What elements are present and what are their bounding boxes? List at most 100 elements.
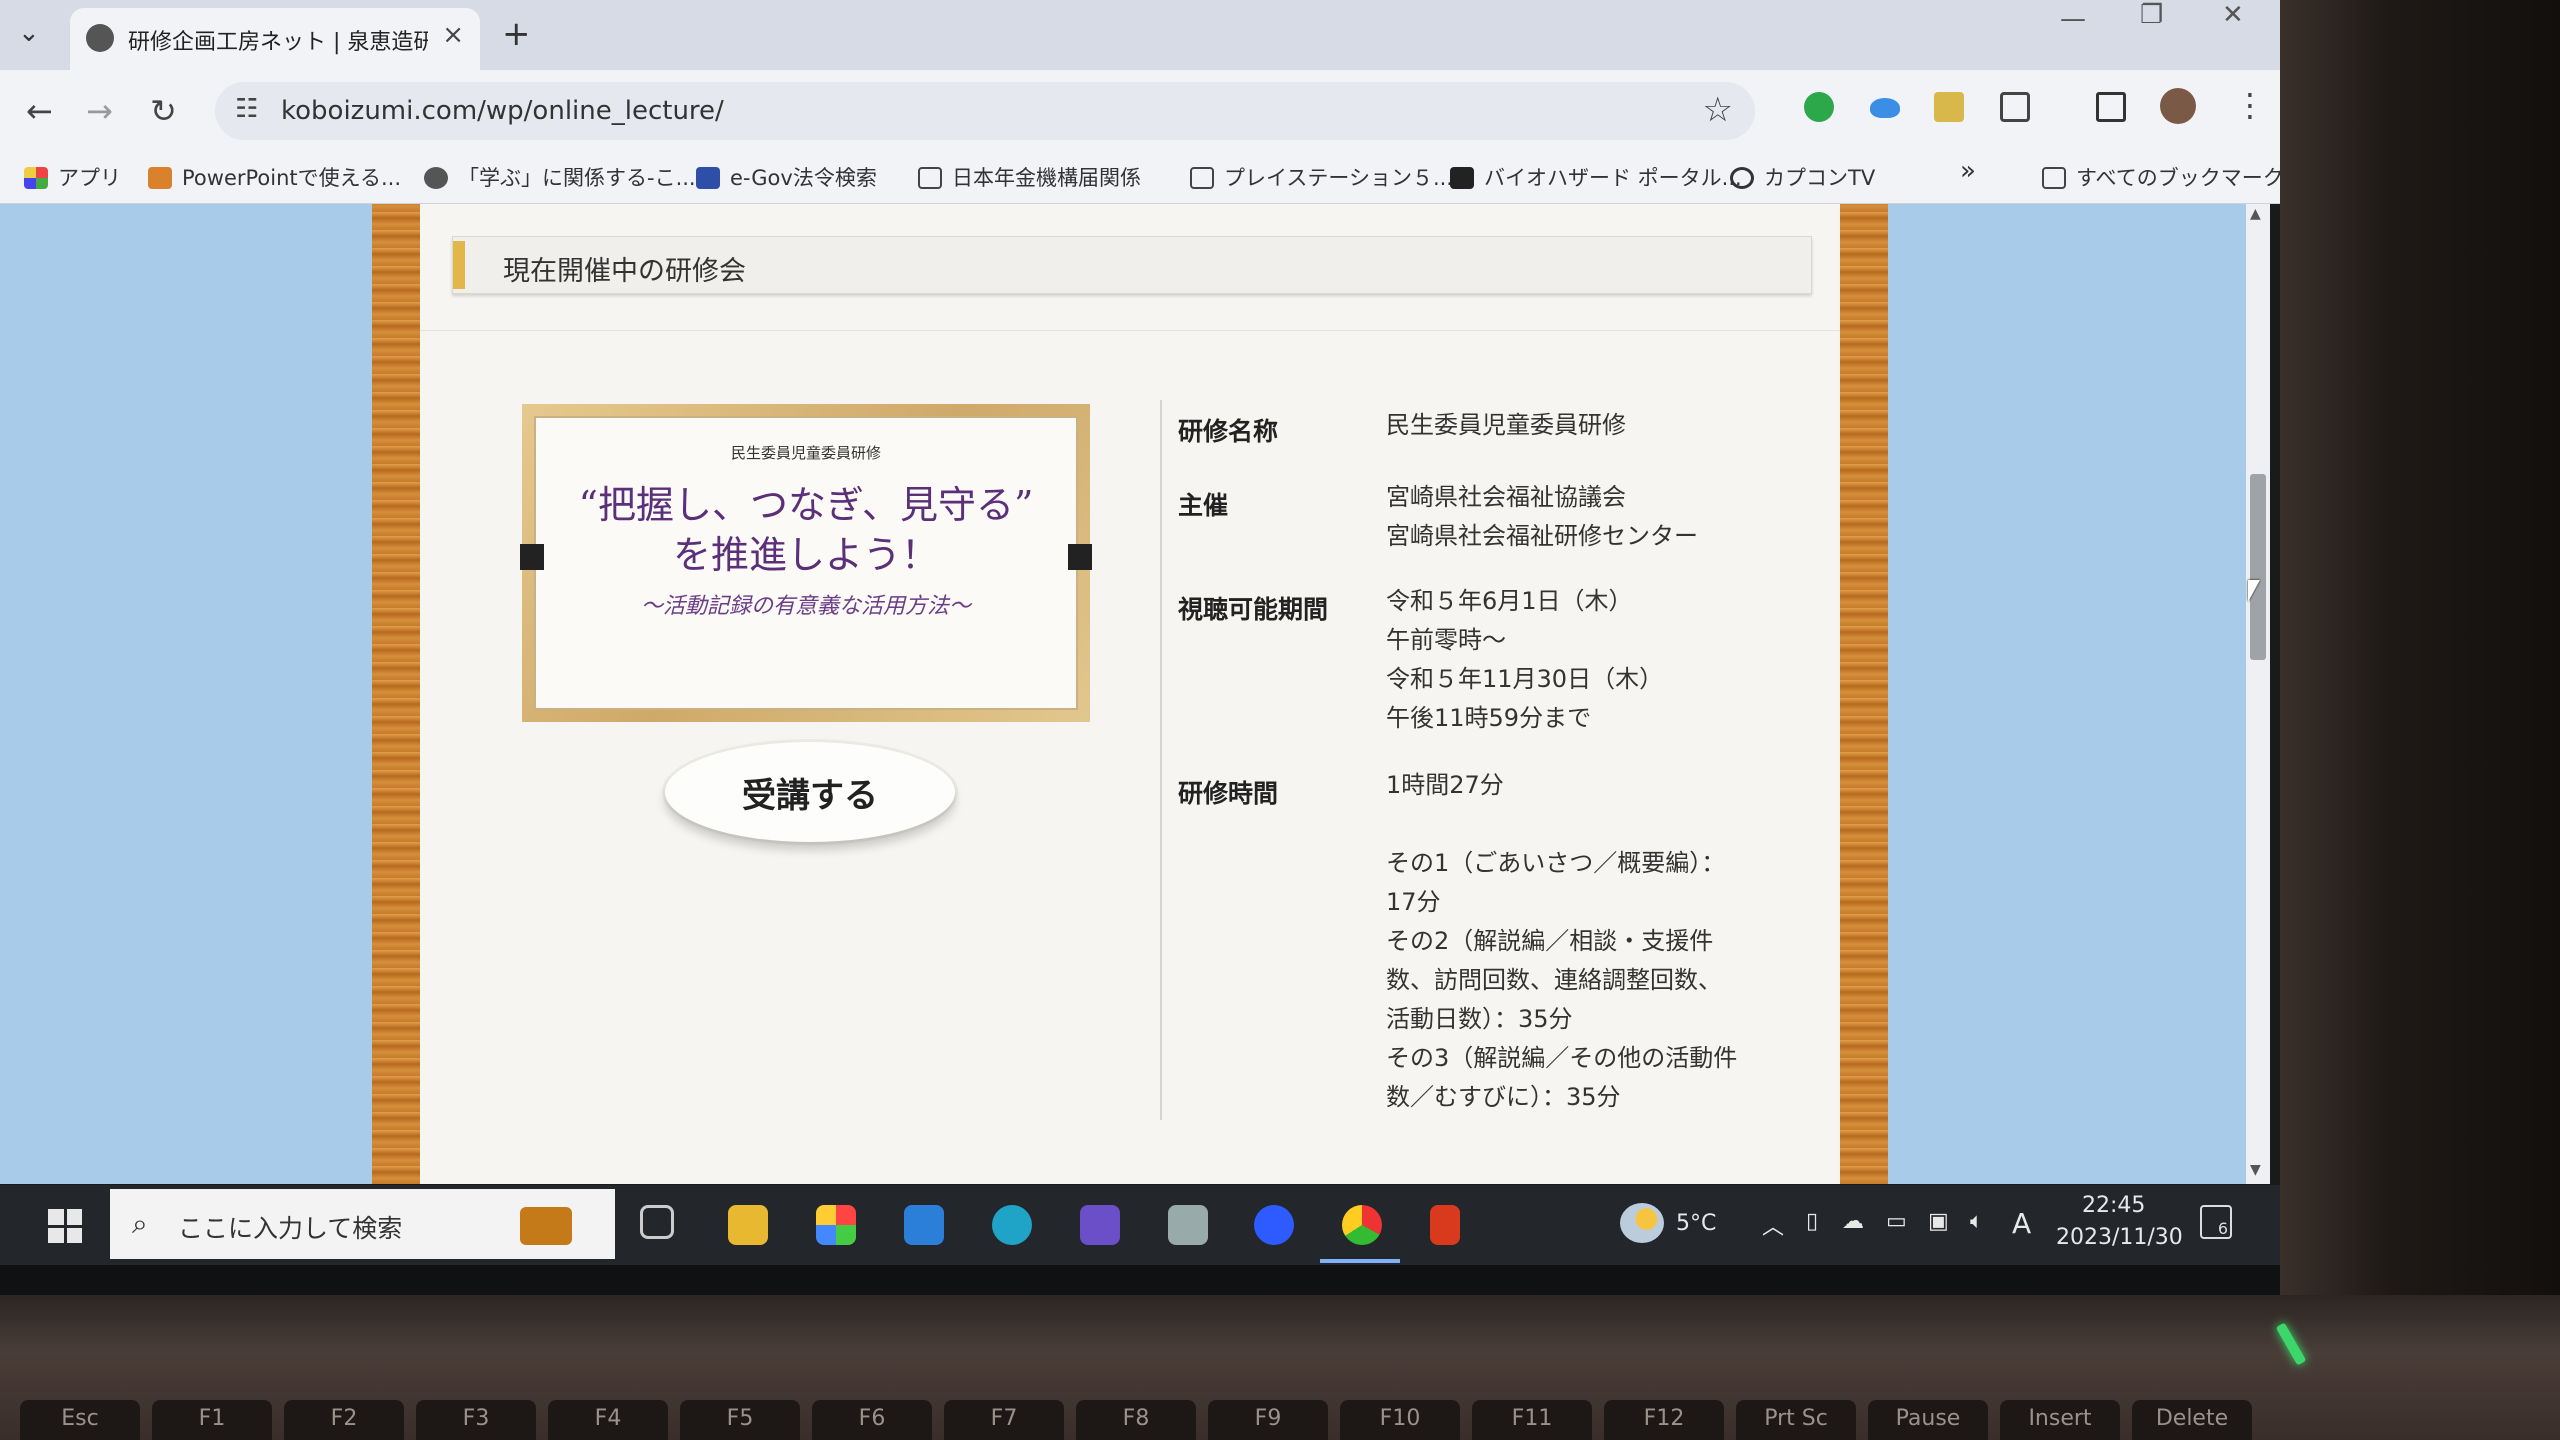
- url-text[interactable]: koboizumi.com/wp/online_lecture/: [281, 96, 724, 126]
- host-line2: 宮崎県社会福祉研修センター: [1386, 522, 1698, 550]
- section-title: 現在開催中の研修会: [503, 256, 746, 287]
- monitor-bezel-right: [2280, 0, 2560, 1440]
- office-icon[interactable]: [1430, 1205, 1460, 1245]
- scroll-down-icon[interactable]: ▼: [2250, 1162, 2261, 1178]
- bookmark-nenkin[interactable]: 日本年金機構届関係: [918, 162, 1141, 192]
- puzzle-extensions-icon[interactable]: [2000, 92, 2030, 122]
- frame-clip-right: [1068, 544, 1092, 570]
- part-line: 数、訪問回数、連絡調整回数、: [1386, 966, 1722, 994]
- tab-title: 研修企画工房ネット | 泉恵造研修: [128, 30, 428, 55]
- minimize-icon[interactable]: —: [2060, 4, 2086, 34]
- apps-grid-icon: [24, 167, 48, 189]
- wood-border-left: [372, 204, 420, 1184]
- key: F9: [1208, 1400, 1328, 1440]
- copilot-icon[interactable]: [1080, 1205, 1120, 1245]
- search-placeholder: ここに入力して検索: [178, 1214, 403, 1243]
- info-label-host: 主催: [1178, 491, 1229, 520]
- temperature[interactable]: 5°C: [1676, 1211, 1716, 1236]
- edge-icon[interactable]: [992, 1205, 1032, 1245]
- page-scrollbar[interactable]: ▲ ▼: [2246, 204, 2270, 1184]
- info-value-time: 1時間27分: [1386, 771, 1504, 799]
- key: F10: [1340, 1400, 1460, 1440]
- bookmark-apps[interactable]: アプリ: [24, 162, 121, 192]
- key: Insert: [2000, 1400, 2120, 1440]
- taskbar-search[interactable]: ⌕ ここに入力して検索: [110, 1189, 615, 1259]
- tab-search-chevron-icon[interactable]: ⌄: [18, 18, 40, 48]
- weather-icon[interactable]: [1620, 1203, 1664, 1243]
- keyboard-row: Esc F1 F2 F3 F4 F5 F6 F7 F8 F9 F10 F11 F…: [0, 1400, 2560, 1440]
- phone-link-icon[interactable]: ▯: [1806, 1209, 1818, 1234]
- volume-icon[interactable]: 🔈︎: [1970, 1209, 1983, 1234]
- side-panel-icon[interactable]: [2096, 92, 2126, 122]
- green-extension-icon[interactable]: [1804, 92, 1834, 122]
- windows-taskbar: ⌕ ここに入力して検索 5°C ︿ ▯ ☁ ▭ ▣ 🔈︎ A 22:45 202…: [0, 1185, 2280, 1265]
- frame-clip-left: [520, 544, 544, 570]
- notification-center-icon[interactable]: 6: [2200, 1205, 2232, 1239]
- divider: [420, 330, 1840, 331]
- reload-icon[interactable]: ↻: [150, 92, 177, 130]
- windows-start-icon[interactable]: [48, 1209, 82, 1243]
- all-bookmarks-folder[interactable]: すべてのブックマーク: [2042, 162, 2280, 192]
- profile-avatar[interactable]: [2160, 88, 2196, 124]
- browser-tab[interactable]: 研修企画工房ネット | 泉恵造研修 ×: [70, 8, 480, 70]
- clock-date[interactable]: 2023/11/30: [2056, 1225, 2183, 1250]
- store-icon[interactable]: [816, 1205, 856, 1245]
- attend-button[interactable]: 受講する: [665, 742, 955, 842]
- onedrive-icon[interactable]: ☁: [1842, 1209, 1864, 1234]
- search-icon: ⌕: [132, 1207, 148, 1240]
- scroll-up-icon[interactable]: ▲: [2250, 206, 2261, 222]
- site-settings-icon[interactable]: ☷: [235, 94, 258, 124]
- file-explorer-icon[interactable]: [728, 1205, 768, 1245]
- lecture-card-label: 民生委員児童委員研修: [730, 444, 881, 462]
- bookmark-star-icon[interactable]: ☆: [1703, 90, 1733, 130]
- key: F7: [944, 1400, 1064, 1440]
- bookmark-biohazard[interactable]: バイオハザード ポータル...: [1450, 162, 1742, 192]
- bookmarks-overflow-button[interactable]: »: [1960, 156, 1976, 186]
- menu-dots-icon[interactable]: ⋮: [2234, 86, 2266, 124]
- chrome-icon[interactable]: [1342, 1205, 1382, 1245]
- zoom-icon[interactable]: [1254, 1205, 1294, 1245]
- clock-time[interactable]: 22:45: [2082, 1193, 2145, 1218]
- scroll-thumb[interactable]: [2250, 474, 2266, 660]
- bookmark-playstation[interactable]: プレイステーション５...: [1190, 162, 1453, 192]
- network-icon[interactable]: ▣: [1928, 1209, 1949, 1234]
- new-tab-button[interactable]: +: [502, 14, 531, 54]
- ime-indicator[interactable]: A: [2012, 1207, 2031, 1240]
- info-parts: その1（ごあいさつ／概要編）： 17分 その2（解説編／相談・支援件 数、訪問回…: [1386, 844, 1737, 1117]
- mail-icon[interactable]: [904, 1205, 944, 1245]
- close-window-icon[interactable]: ✕: [2222, 0, 2244, 30]
- period-line: 午前零時～: [1386, 626, 1506, 654]
- task-view-icon[interactable]: [640, 1205, 674, 1239]
- lecture-image-inner: 民生委員児童委員研修 “把握し、つなぎ、見守る” を推進しよう！ ～活動記録の有…: [534, 416, 1078, 710]
- tray-expand-icon[interactable]: ︿: [1762, 1209, 1784, 1241]
- bookmark-manabu[interactable]: 「学ぶ」に関係する-こ...: [424, 162, 696, 192]
- restore-icon[interactable]: ❐: [2140, 0, 2163, 30]
- key: F1: [152, 1400, 272, 1440]
- battery-icon[interactable]: ▭: [1886, 1209, 1907, 1234]
- address-bar[interactable]: ☷ koboizumi.com/wp/online_lecture/ ☆: [215, 82, 1755, 140]
- key: F4: [548, 1400, 668, 1440]
- briefcase-icon[interactable]: [520, 1207, 572, 1245]
- period-line: 午後11時59分まで: [1386, 704, 1592, 732]
- section-accent: [453, 241, 465, 289]
- lecture-image[interactable]: 民生委員児童委員研修 “把握し、つなぎ、見守る” を推進しよう！ ～活動記録の有…: [520, 404, 1092, 722]
- extension-icon[interactable]: [1934, 92, 1964, 122]
- info-value-period: 令和５年6月1日（木） 午前零時～ 令和５年11月30日（木） 午後11時59分…: [1386, 582, 1663, 738]
- cloud-extension-icon[interactable]: [1870, 98, 1900, 118]
- folder-icon: [1190, 167, 1214, 189]
- part-line: 数／むすびに）：35分: [1386, 1083, 1621, 1111]
- bookmarks-bar: アプリ PowerPointで使える... 「学ぶ」に関係する-こ... e-G…: [0, 152, 2280, 204]
- period-line: 令和５年6月1日（木）: [1386, 587, 1633, 615]
- lecture-card-subtitle: ～活動記録の有意義な活用方法～: [640, 594, 971, 619]
- powerpoint-icon: [148, 167, 172, 189]
- forward-arrow-icon[interactable]: →: [86, 92, 113, 130]
- back-arrow-icon[interactable]: ←: [26, 92, 53, 130]
- key: F6: [812, 1400, 932, 1440]
- tab-close-button[interactable]: ×: [442, 20, 464, 50]
- bookmark-egov[interactable]: e-Gov法令検索: [696, 162, 877, 192]
- camera-icon[interactable]: [1168, 1205, 1208, 1245]
- bookmark-powerpoint[interactable]: PowerPointで使える...: [148, 162, 401, 192]
- info-value-host: 宮崎県社会福祉協議会 宮崎県社会福祉研修センター: [1386, 478, 1698, 556]
- mouse-cursor-icon: [2248, 580, 2260, 602]
- bookmark-capcomtv[interactable]: カプコンTV: [1730, 162, 1875, 192]
